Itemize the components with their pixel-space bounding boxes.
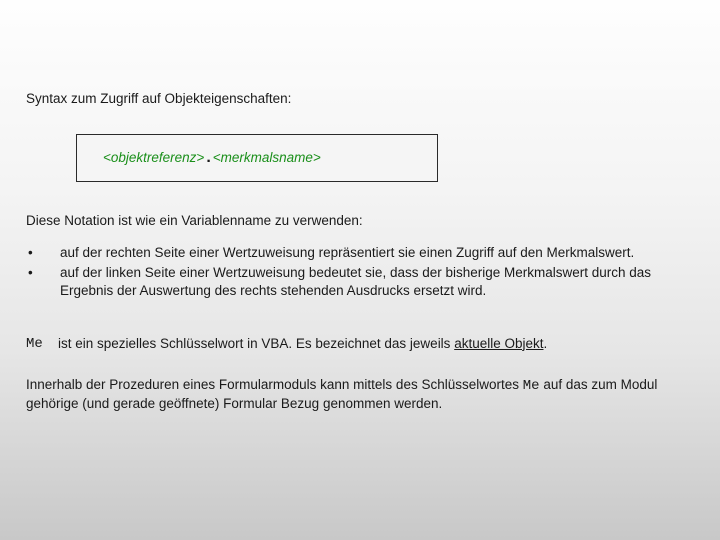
me-description: ist ein spezielles Schlüsselwort in VBA.… [58,335,694,354]
bullet-text: auf der rechten Seite einer Wertzuweisun… [60,244,694,262]
syntax-dot: . [204,149,212,166]
final-me-keyword: Me [523,378,540,394]
bullet-text: auf der linken Seite einer Wertzuweisung… [60,264,694,300]
bullet-icon: • [28,264,60,300]
me-keyword: Me [26,335,58,354]
syntax-merkmalsname: <merkmalsname> [213,150,321,165]
final-before: Innerhalb der Prozeduren eines Formularm… [26,377,523,392]
list-item: • auf der rechten Seite einer Wertzuweis… [28,244,694,262]
me-text-before: ist ein spezielles Schlüsselwort in VBA.… [58,336,454,351]
syntax-box: <objektreferenz>.<merkmalsname> [76,134,438,182]
bullet-icon: • [28,244,60,262]
syntax-objektreferenz: <objektreferenz> [103,150,204,165]
me-text-after: . [544,336,548,351]
list-item: • auf der linken Seite einer Wertzuweisu… [28,264,694,300]
final-paragraph: Innerhalb der Prozeduren eines Formularm… [26,376,694,414]
me-text-underlined: aktuelle Objekt [454,336,543,351]
intro-text: Syntax zum Zugriff auf Objekteigenschaft… [26,90,694,108]
me-keyword-row: Me ist ein spezielles Schlüsselwort in V… [26,335,694,354]
bullet-list: • auf der rechten Seite einer Wertzuweis… [26,244,694,301]
notation-note: Diese Notation ist wie ein Variablenname… [26,212,694,230]
